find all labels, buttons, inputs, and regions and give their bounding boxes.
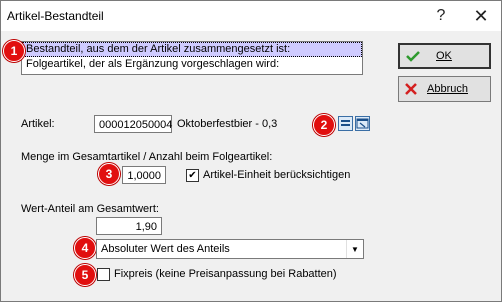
ok-button-label: OK [436, 50, 452, 62]
menge-field[interactable]: 1,0000 [122, 166, 166, 184]
title-bar: Artikel-Bestandteil ? ✕ [1, 1, 501, 31]
wert-field[interactable]: 1,90 [96, 217, 162, 235]
close-button[interactable]: ✕ [461, 1, 501, 31]
cancel-x-icon [405, 83, 417, 95]
badge-3: 3 [98, 163, 120, 185]
help-icon: ? [436, 7, 446, 24]
badge-5: 5 [74, 264, 96, 286]
ok-button[interactable]: OK [398, 43, 491, 69]
list-item-folgeartikel[interactable]: Folgeartikel, der als Ergänzung vorgesch… [22, 57, 362, 72]
wert-type-selected: Absoluter Wert des Anteils [101, 243, 230, 255]
check-icon [406, 51, 420, 62]
close-icon: ✕ [473, 5, 489, 26]
dialog-window: Artikel-Bestandteil ? ✕ Bestandteil, aus… [0, 0, 502, 302]
fixpreis-checkbox[interactable] [97, 268, 110, 281]
list-item-bestandteil[interactable]: Bestandteil, aus dem der Artikel zusamme… [22, 42, 362, 57]
list-icon [341, 120, 350, 126]
artikel-number-field[interactable]: 000012050004 [94, 115, 172, 133]
artikel-einheit-checkbox[interactable]: ✔ [186, 169, 199, 182]
artikel-label: Artikel: [21, 118, 55, 130]
badge-4: 4 [74, 237, 96, 259]
window-title: Artikel-Bestandteil [7, 9, 104, 23]
cancel-button[interactable]: Abbruch [398, 76, 491, 102]
cancel-button-label: Abbruch [427, 83, 468, 95]
badge-2: 2 [313, 114, 335, 136]
open-window-icon [356, 118, 369, 129]
chevron-down-icon[interactable]: ▼ [346, 240, 363, 258]
wert-type-select[interactable]: Absoluter Wert des Anteils ▼ [96, 239, 364, 259]
wert-label: Wert-Anteil am Gesamtwert: [21, 203, 159, 215]
type-list[interactable]: Bestandteil, aus dem der Artikel zusamme… [21, 41, 363, 75]
help-button[interactable]: ? [421, 1, 461, 31]
menge-label: Menge im Gesamtartikel / Anzahl beim Fol… [21, 151, 273, 163]
badge-1: 1 [3, 40, 25, 62]
lookup-list-button[interactable] [338, 116, 353, 131]
fixpreis-label: Fixpreis (keine Preisanpassung bei Rabat… [114, 268, 337, 280]
artikel-description: Oktoberfestbier - 0,3 [177, 118, 278, 130]
open-artikel-button[interactable] [355, 116, 370, 131]
artikel-einheit-label: Artikel-Einheit berücksichtigen [203, 169, 351, 181]
